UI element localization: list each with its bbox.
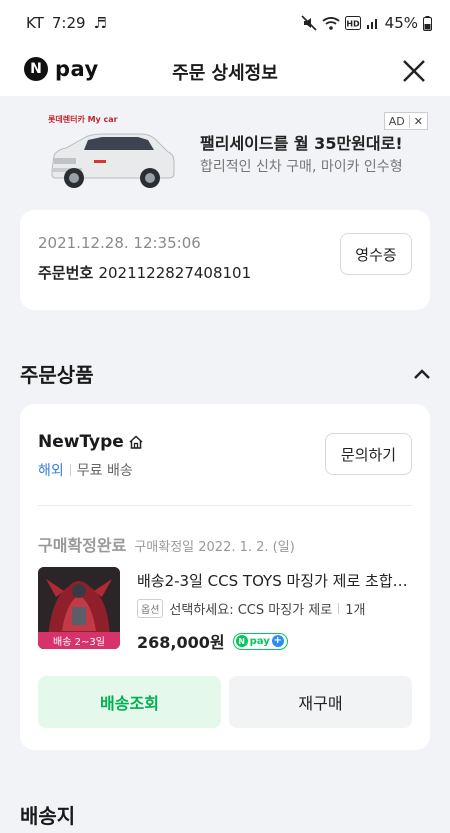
price-line: 268,000원 N pay + bbox=[137, 629, 288, 653]
carrier-label: KT bbox=[26, 14, 44, 32]
rebuy-button[interactable]: 재구매 bbox=[229, 676, 412, 728]
shipping-section-title: 배송지 bbox=[20, 804, 76, 828]
close-icon[interactable] bbox=[400, 57, 428, 85]
option-text: 선택하세요: CCS 마징가 제로 bbox=[169, 603, 333, 618]
clock: 7:29 bbox=[51, 14, 86, 32]
status-bar: KT 7:29 ♬ HD 45% bbox=[0, 0, 450, 46]
shipping-fee-label: 무료 배송 bbox=[76, 463, 133, 479]
receipt-button[interactable]: 영수증 bbox=[340, 233, 412, 275]
store-name-line[interactable]: NewType bbox=[38, 432, 144, 452]
store-name: NewType bbox=[38, 432, 124, 452]
divider bbox=[338, 603, 340, 614]
hd-icon: HD bbox=[344, 16, 361, 30]
wifi-icon bbox=[322, 17, 340, 30]
products-section-title: 주문상품 bbox=[20, 363, 94, 387]
order-number-line: 주문번호 2021122827408101 bbox=[38, 262, 251, 283]
chevron-up-icon[interactable] bbox=[412, 364, 432, 384]
product-price: 268,000원 bbox=[137, 633, 225, 652]
ad-subtitle: 합리적인 신차 구매, 마이카 인수형 bbox=[200, 159, 403, 175]
home-icon bbox=[129, 435, 143, 449]
music-note-icon: ♬ bbox=[93, 14, 107, 32]
card-divider bbox=[38, 505, 412, 506]
product-option: 옵션 선택하세요: CCS 마징가 제로 1개 bbox=[137, 599, 365, 618]
app-header: N pay 주문 상세정보 bbox=[0, 46, 450, 96]
npay-n-icon: N bbox=[235, 635, 248, 647]
status-label: 구매확정완료 bbox=[38, 536, 127, 555]
battery-icon bbox=[423, 15, 432, 31]
mute-icon bbox=[301, 15, 317, 31]
order-number-label: 주문번호 bbox=[38, 264, 94, 282]
npay-plus-badge: N pay + bbox=[232, 632, 288, 650]
ad-close-icon[interactable]: ✕ bbox=[408, 114, 427, 128]
confirm-date: 구매확정일 2022. 1. 2. (일) bbox=[134, 540, 295, 555]
track-delivery-button[interactable]: 배송조회 bbox=[38, 676, 221, 728]
overseas-label: 해외 bbox=[38, 463, 64, 479]
product-card: NewType 해외 무료 배송 문의하기 구매확정완료 구매확정일 2022.… bbox=[20, 404, 430, 750]
car-image bbox=[51, 133, 175, 188]
ad-title: 팰리세이드를 월 35만원대로! bbox=[200, 134, 403, 153]
svg-text:HD: HD bbox=[346, 20, 360, 29]
npay-badge-text: pay bbox=[249, 635, 270, 647]
product-thumbnail[interactable]: 배송 2~3일 bbox=[38, 567, 120, 649]
ad-label: AD bbox=[388, 114, 405, 128]
battery-percent: 45% bbox=[384, 14, 418, 32]
signal-icon bbox=[366, 19, 377, 29]
order-date: 2021.12.28. 12:35:06 bbox=[38, 234, 201, 252]
ad-tag: AD ✕ bbox=[383, 112, 428, 130]
quantity: 1개 bbox=[345, 603, 366, 618]
store-meta: 해외 무료 배송 bbox=[38, 460, 133, 480]
thumbnail-badge: 배송 2~3일 bbox=[38, 632, 120, 649]
inquiry-button[interactable]: 문의하기 bbox=[325, 433, 412, 475]
order-number: 2021122827408101 bbox=[98, 264, 252, 282]
order-info-card: 2021.12.28. 12:35:06 주문번호 20211228274081… bbox=[20, 210, 430, 310]
page-title: 주문 상세정보 bbox=[172, 63, 278, 84]
plus-icon: + bbox=[271, 635, 284, 647]
product-name[interactable]: 배송2-3일 CCS TOYS 마징가 제로 초합금 혼마왕 bbox=[137, 570, 412, 591]
purchase-status: 구매확정완료 구매확정일 2022. 1. 2. (일) bbox=[38, 532, 295, 556]
divider bbox=[69, 464, 71, 476]
option-badge: 옵션 bbox=[137, 599, 164, 618]
